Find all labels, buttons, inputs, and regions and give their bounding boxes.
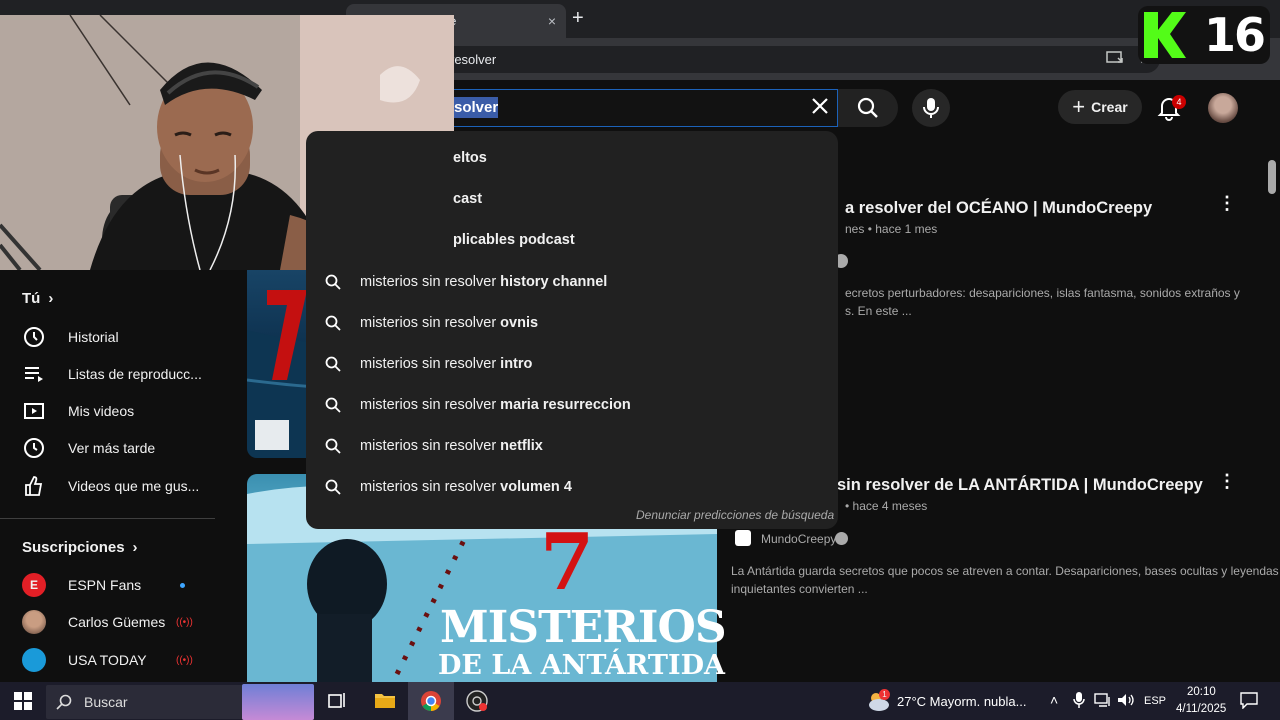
suggestion-item[interactable]: misterios sin resolver history channel: [306, 261, 838, 302]
suggestion-item[interactable]: ○cast: [306, 178, 838, 219]
report-predictions-link[interactable]: Denunciar predicciones de búsqueda: [636, 508, 834, 522]
notifications-center-icon[interactable]: [1240, 692, 1258, 714]
weather-text[interactable]: 27°C Mayorm. nubla...: [897, 694, 1026, 709]
channel-avatar: [22, 648, 46, 672]
search-icon: [306, 438, 360, 454]
search-icon: [306, 479, 360, 495]
video-title[interactable]: a resolver del OCÉANO | MundoCreepy: [845, 199, 1152, 218]
notification-count-badge: 4: [1172, 95, 1186, 109]
search-icon: [857, 97, 878, 118]
network-icon[interactable]: [1094, 693, 1112, 712]
thumbnail-text: DE LA ANTÁRTIDA: [438, 650, 725, 681]
voice-search-button[interactable]: [912, 89, 950, 127]
more-options-icon[interactable]: ⋮: [1218, 471, 1236, 492]
search-icon: [306, 315, 360, 331]
k-logo-icon: [1142, 10, 1186, 60]
sidebar-item-label: ESPN Fans: [68, 577, 142, 593]
chevron-right-icon: ›: [48, 290, 54, 307]
weather-badge: 1: [879, 689, 890, 700]
search-input-value: solver: [454, 97, 499, 118]
page-scrollbar[interactable]: [1268, 160, 1276, 194]
sidebar-you-header[interactable]: Tú ›: [22, 290, 53, 307]
suggestion-item[interactable]: ○eltos: [306, 137, 838, 178]
suggestion-item[interactable]: misterios sin resolver maria resurreccio…: [306, 384, 838, 425]
create-button[interactable]: + Crear: [1058, 90, 1142, 124]
sidebar-item-my-videos[interactable]: Mis videos: [22, 393, 212, 429]
sidebar-item-watch-later[interactable]: Ver más tarde: [22, 430, 212, 466]
subscriptions-label: Suscripciones: [22, 539, 125, 556]
logo-number: 16: [1204, 8, 1266, 62]
sidebar-item-label: USA TODAY: [68, 652, 147, 668]
plus-icon: +: [1072, 94, 1086, 119]
search-icon: [56, 694, 72, 710]
suggestion-item[interactable]: misterios sin resolver volumen 4: [306, 466, 838, 507]
thumbnail-number: 7: [540, 517, 595, 608]
chevron-right-icon: ›: [132, 539, 138, 556]
install-app-icon[interactable]: [1106, 50, 1124, 69]
address-text: resolver: [450, 52, 497, 67]
microphone-icon: [923, 98, 939, 118]
file-explorer-icon[interactable]: [374, 691, 396, 714]
live-icon: ((•)): [176, 655, 193, 666]
sidebar-item-historial[interactable]: Historial: [22, 319, 212, 355]
language-indicator[interactable]: ESP: [1144, 695, 1166, 707]
search-button[interactable]: [838, 89, 898, 127]
sidebar-item-playlists[interactable]: Listas de reproducc...: [22, 356, 212, 392]
suggestion-item[interactable]: misterios sin resolver netflix: [306, 425, 838, 466]
sidebar-item-label: Historial: [68, 329, 119, 345]
my-videos-icon: [22, 399, 46, 423]
chrome-icon[interactable]: [420, 690, 442, 717]
account-avatar[interactable]: [1208, 93, 1238, 123]
sidebar-you-label: Tú: [22, 290, 41, 307]
sidebar-item-label: Mis videos: [68, 403, 135, 419]
sidebar-item-label: Videos que me gus...: [68, 478, 200, 494]
clock-time[interactable]: 20:10: [1187, 686, 1216, 698]
clock-date[interactable]: 4/11/2025: [1176, 703, 1226, 715]
sidebar-item-liked-videos[interactable]: Videos que me gus...: [22, 468, 212, 504]
video-description: La Antártida guarda secretos que pocos s…: [731, 564, 1279, 596]
channel-name[interactable]: MundoCreepy: [761, 532, 836, 546]
tab-close-icon[interactable]: ×: [548, 13, 556, 29]
playlist-icon: [22, 362, 46, 386]
clear-search-icon[interactable]: [810, 96, 830, 120]
microphone-tray-icon[interactable]: [1073, 692, 1085, 713]
search-icon: [306, 397, 360, 413]
new-content-dot: [180, 583, 185, 588]
channel-avatar: E: [22, 573, 46, 597]
sidebar-item-label: Listas de reproducc...: [68, 366, 202, 382]
suggestion-item[interactable]: ○plicables podcast: [306, 219, 838, 260]
video-meta: • hace 4 meses: [845, 499, 928, 513]
video-meta: nes • hace 1 mes: [845, 222, 938, 236]
windows-start-icon[interactable]: [14, 692, 32, 715]
channel-avatar[interactable]: [735, 530, 751, 546]
history-icon: [22, 325, 46, 349]
video-description: ecretos perturbadores: desapariciones, i…: [845, 286, 1240, 318]
create-label: Crear: [1091, 99, 1128, 115]
suggestion-item[interactable]: misterios sin resolver intro: [306, 343, 838, 384]
suggestion-item[interactable]: misterios sin resolver ovnis: [306, 302, 838, 343]
thumbnail-text: MISTERIOS: [440, 602, 727, 653]
sidebar-item-label: Ver más tarde: [68, 440, 156, 456]
task-view-icon[interactable]: [328, 692, 346, 715]
tray-chevron-up-icon[interactable]: ˄: [1050, 692, 1058, 708]
thumbs-up-icon: [22, 474, 46, 498]
sidebar-divider: [0, 518, 215, 519]
live-icon: ((•)): [176, 617, 193, 628]
search-icon: [306, 356, 360, 372]
volume-icon[interactable]: [1117, 693, 1135, 712]
video-title[interactable]: sin resolver de LA ANTÁRTIDA | MundoCree…: [837, 476, 1203, 495]
obs-recording-icon[interactable]: [466, 690, 488, 717]
new-tab-button[interactable]: +: [572, 8, 584, 28]
sidebar-subscriptions-header[interactable]: Suscripciones ›: [22, 539, 138, 556]
channel-avatar: [22, 610, 46, 634]
verified-icon: [835, 532, 848, 545]
taskbar-search-placeholder: Buscar: [84, 694, 128, 710]
clock-icon: [22, 436, 46, 460]
search-highlight-image: [242, 684, 314, 720]
search-icon: [306, 274, 360, 290]
more-options-icon[interactable]: ⋮: [1218, 193, 1236, 214]
sidebar-item-label: Carlos Güemes: [68, 614, 166, 630]
